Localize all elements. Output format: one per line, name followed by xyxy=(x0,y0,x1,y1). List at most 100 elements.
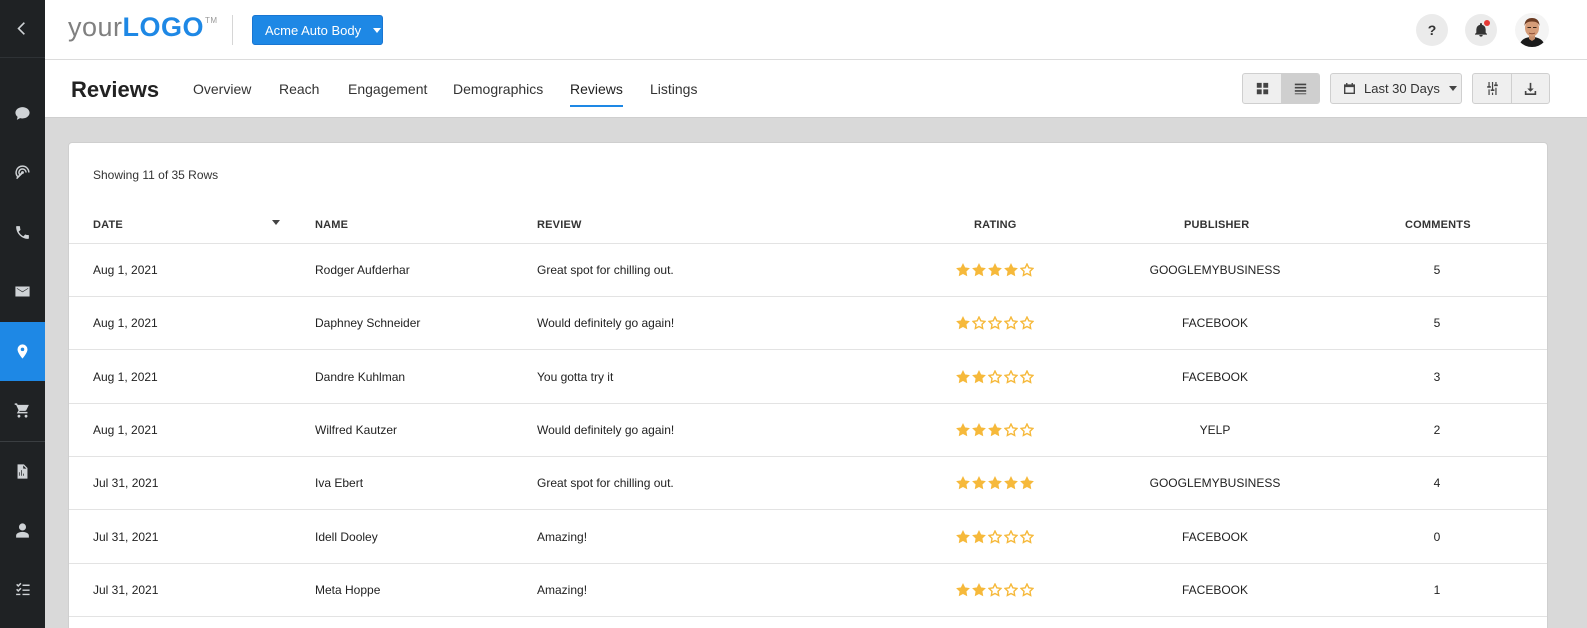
tab-overview[interactable]: Overview xyxy=(193,81,251,107)
star-filled-icon xyxy=(956,582,970,597)
table-tools-group xyxy=(1472,73,1550,104)
header-divider xyxy=(232,15,233,45)
star-filled-icon xyxy=(956,316,970,330)
star-empty-icon xyxy=(1004,582,1018,597)
table-row[interactable]: Aug 1, 2021 Dandre Kuhlman You gotta try i… xyxy=(69,351,1547,404)
cell-review: Amazing! xyxy=(537,582,588,597)
table-row[interactable]: Aug 1, 2021 Daphney Schneider Would defini… xyxy=(69,297,1547,351)
cell-rating xyxy=(956,476,1034,490)
report-icon xyxy=(17,464,28,479)
star-empty-icon xyxy=(1004,422,1018,437)
notifications-button[interactable] xyxy=(1465,14,1497,46)
tab-engagement[interactable]: Engagement xyxy=(348,81,427,107)
sidebar-item-messages[interactable] xyxy=(0,84,45,143)
tab-reviews[interactable]: Reviews xyxy=(570,81,623,107)
list-view-button[interactable] xyxy=(1281,74,1319,103)
tab-listings[interactable]: Listings xyxy=(650,81,697,107)
account-label: Acme Auto Body xyxy=(265,22,362,38)
user-avatar[interactable] xyxy=(1515,13,1549,47)
calendar-icon xyxy=(1344,83,1355,94)
cell-publisher: YELP xyxy=(1199,422,1231,437)
cell-date: Jul 31, 2021 xyxy=(93,476,159,491)
sidebar-item-tasks[interactable] xyxy=(0,560,45,619)
table-row[interactable]: Jul 31, 2021 Iva Ebert Great spot for chil… xyxy=(69,457,1547,511)
tab-reach[interactable]: Reach xyxy=(279,81,319,107)
cell-review: Amazing! xyxy=(537,529,588,544)
cell-name: Idell Dooley xyxy=(315,529,378,544)
star-empty-icon xyxy=(1004,529,1018,544)
sidebar-item-users[interactable] xyxy=(0,501,45,560)
cell-date: Aug 1, 2021 xyxy=(93,263,158,277)
table-header: DATE NAME REVIEW RATING PUBLISHER COMMEN… xyxy=(69,205,1547,244)
avatar-image xyxy=(1515,13,1549,47)
star-filled-icon xyxy=(972,476,986,490)
cell-comments: 0 xyxy=(1433,529,1441,544)
cart-icon xyxy=(14,403,29,418)
cell-publisher: FACEBOOK xyxy=(1181,529,1249,544)
star-filled-icon xyxy=(988,422,1002,437)
account-select-button[interactable]: Acme Auto Body xyxy=(252,15,383,45)
star-filled-icon xyxy=(956,369,970,383)
date-range-label: Last 30 Days xyxy=(1364,81,1440,96)
cell-review: Great spot for chilling out. xyxy=(537,263,674,277)
broadcast-icon xyxy=(15,165,30,180)
column-header-rating[interactable]: RATING xyxy=(974,219,1017,231)
sidebar-item-commerce[interactable] xyxy=(0,381,45,440)
page-title: Reviews xyxy=(71,77,160,102)
table-row[interactable]: Jul 31, 2021 Meta Hoppe Amazing! FACEBOOK 1 xyxy=(69,564,1547,617)
sidebar-item-email[interactable] xyxy=(0,262,45,321)
brand-logo[interactable]: your LOGO TM xyxy=(68,12,218,43)
filter-button[interactable] xyxy=(1473,74,1511,103)
cell-comments: 1 xyxy=(1433,582,1441,597)
table-row[interactable]: Aug 1, 2021 Wilfred Kautzer Would definite… xyxy=(69,404,1547,457)
star-filled-icon xyxy=(1004,263,1018,277)
column-header-publisher[interactable]: PUBLISHER xyxy=(1184,219,1249,231)
star-empty-icon xyxy=(1004,369,1018,384)
filter-sliders-icon xyxy=(1486,82,1498,95)
cell-comments: 4 xyxy=(1433,476,1441,491)
cell-publisher: FACEBOOK xyxy=(1181,582,1249,597)
column-header-comments[interactable]: COMMENTS xyxy=(1405,219,1471,231)
download-button[interactable] xyxy=(1511,74,1549,103)
help-button[interactable]: ? xyxy=(1416,14,1448,46)
cell-name: Rodger Aufderhar xyxy=(315,263,410,277)
column-header-name[interactable]: NAME xyxy=(315,219,348,231)
cell-review: Would definitely go again! xyxy=(537,316,675,331)
tab-demographics[interactable]: Demographics xyxy=(453,81,543,107)
star-empty-icon xyxy=(1004,316,1018,330)
cell-rating xyxy=(956,263,1034,277)
table-row[interactable]: Jul 31, 2021 Idell Dooley Amazing! FACEBOOK… xyxy=(69,511,1547,564)
star-filled-icon xyxy=(972,263,986,277)
star-filled-icon xyxy=(988,263,1002,277)
star-filled-icon xyxy=(956,529,970,543)
sidebar-item-calls[interactable] xyxy=(0,203,45,262)
sidebar-item-locations[interactable] xyxy=(0,322,45,381)
page-header: Reviews Overview Reach Engagement Demogr… xyxy=(45,60,1587,118)
sort-desc-icon[interactable] xyxy=(272,220,280,225)
sidebar-collapse-button[interactable] xyxy=(0,0,45,58)
grid-view-button[interactable] xyxy=(1243,74,1281,103)
cell-name: Iva Ebert xyxy=(315,476,364,491)
top-header: your LOGO TM Acme Auto Body ? xyxy=(45,0,1587,60)
sidebar-item-reports[interactable] xyxy=(0,442,45,501)
star-empty-icon xyxy=(1020,422,1034,437)
star-filled-icon xyxy=(956,263,970,277)
list-view-icon xyxy=(1294,83,1307,95)
location-pin-icon xyxy=(17,344,28,359)
mail-icon xyxy=(15,286,30,297)
caret-down-icon xyxy=(1448,86,1457,91)
column-header-review[interactable]: REVIEW xyxy=(537,219,582,231)
cell-rating xyxy=(956,316,1034,330)
cell-comments: 5 xyxy=(1433,263,1441,277)
grid-view-icon xyxy=(1256,82,1268,95)
cell-review: You gotta try it xyxy=(537,369,614,384)
table-row[interactable]: Aug 1, 2021 Rodger Aufderhar Great spot fo… xyxy=(69,244,1547,297)
reviews-table-card: Showing 11 of 35 Rows DATE NAME REVIEW R… xyxy=(68,142,1548,628)
star-empty-icon xyxy=(1020,529,1034,544)
cell-publisher: FACEBOOK xyxy=(1181,316,1249,331)
cell-date: Jul 31, 2021 xyxy=(93,582,159,597)
column-header-date[interactable]: DATE xyxy=(93,219,123,231)
checklist-icon xyxy=(16,582,30,596)
date-range-dropdown[interactable]: Last 30 Days xyxy=(1330,73,1462,104)
sidebar-item-broadcast[interactable] xyxy=(0,143,45,202)
